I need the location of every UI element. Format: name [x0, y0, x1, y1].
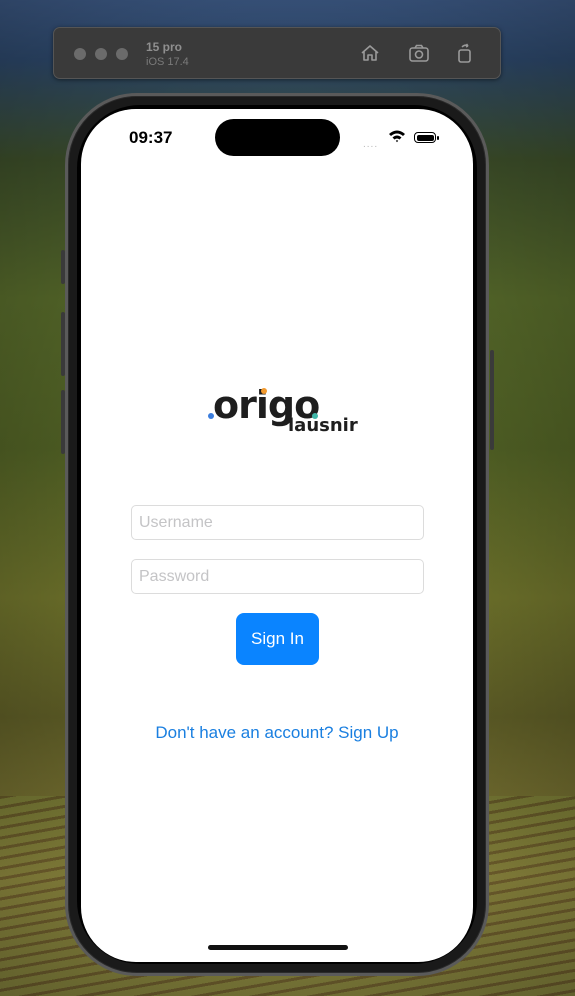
sign-up-link[interactable]: Don't have an account? Sign Up [81, 723, 473, 743]
power-button [490, 350, 494, 450]
username-field[interactable] [131, 505, 424, 540]
simulator-os-version: iOS 17.4 [146, 56, 189, 68]
battery-icon [414, 132, 439, 143]
screenshot-icon[interactable] [408, 42, 430, 64]
home-indicator [208, 945, 348, 950]
dynamic-island [215, 119, 340, 156]
window-zoom-button[interactable] [116, 48, 128, 60]
simulator-device-name: 15 pro [146, 40, 183, 54]
home-icon[interactable] [359, 42, 381, 64]
window-close-button[interactable] [74, 48, 86, 60]
password-field[interactable] [131, 559, 424, 594]
logo-dot-orange [261, 388, 267, 394]
wifi-icon [389, 130, 405, 143]
app-logo: origo lausnir [205, 383, 358, 443]
phone-screen: 09:37 .... origo lausnir Sign In Don't h… [81, 109, 473, 962]
sign-in-button[interactable]: Sign In [236, 613, 319, 665]
status-time: 09:37 [129, 128, 173, 147]
simulator-toolbar: 15 pro iOS 17.4 [53, 27, 501, 79]
logo-subtitle: lausnir [288, 415, 358, 436]
window-minimize-button[interactable] [95, 48, 107, 60]
rotate-icon[interactable] [454, 42, 476, 64]
cellular-signal-icon: .... [363, 139, 379, 150]
